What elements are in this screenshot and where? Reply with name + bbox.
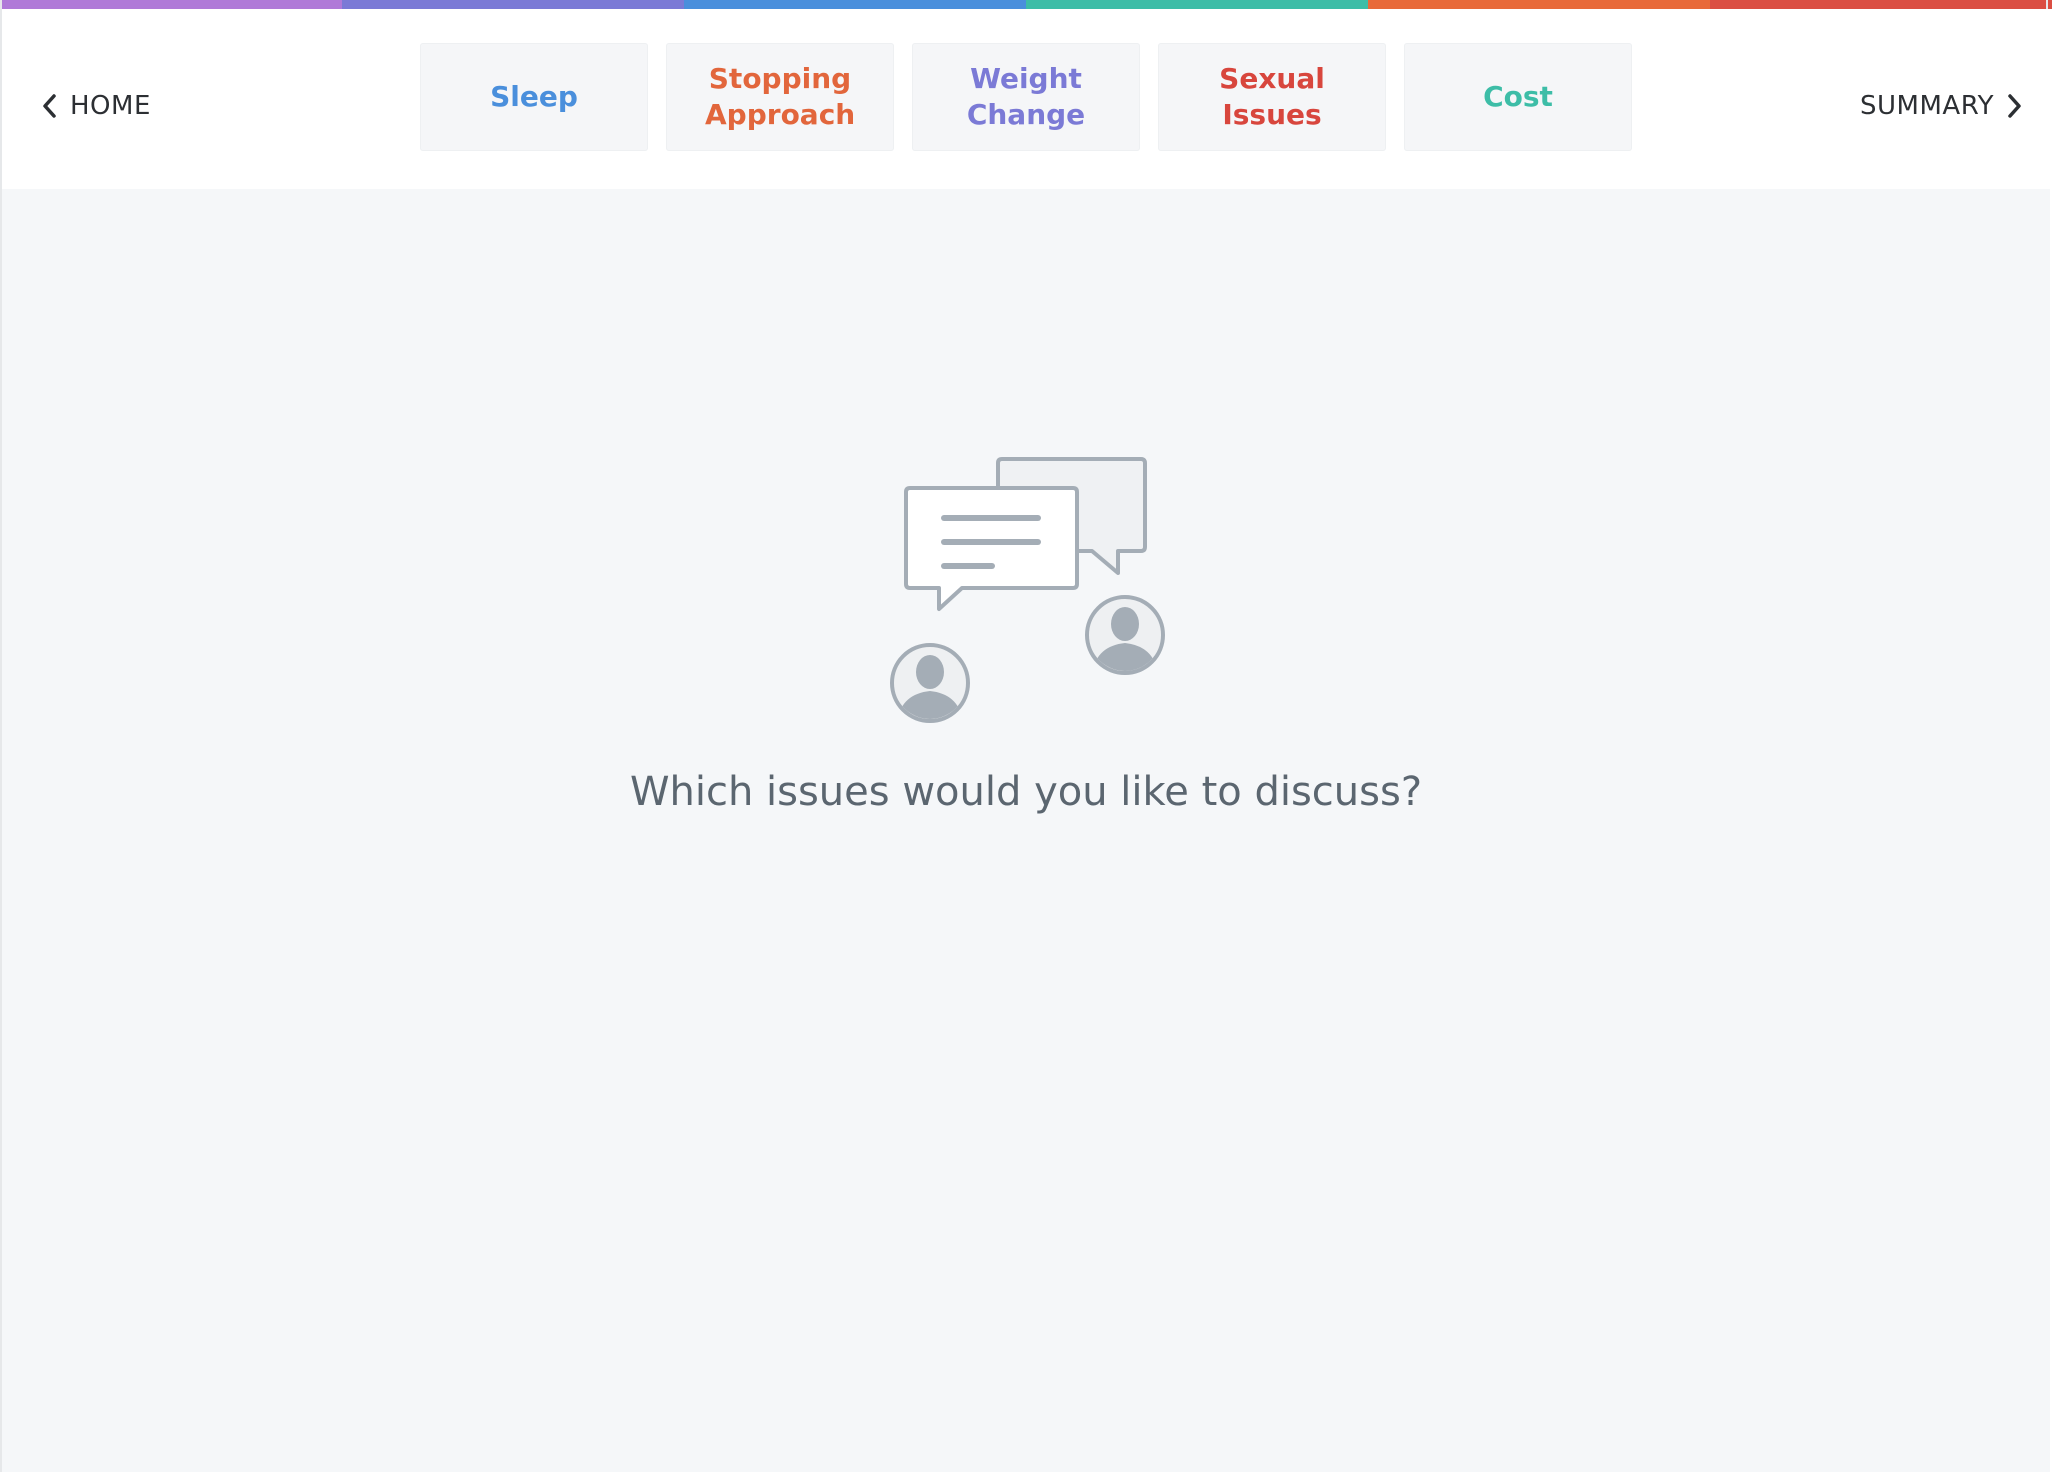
home-label: HOME bbox=[70, 91, 151, 121]
tab-cost[interactable]: Cost bbox=[1404, 43, 1632, 151]
topic-tabs: Sleep Stopping Approach Weight Change Se… bbox=[420, 43, 1632, 151]
chevron-right-icon bbox=[2006, 93, 2022, 119]
chevron-left-icon bbox=[42, 93, 58, 119]
tab-label: Sleep bbox=[490, 80, 578, 113]
main-content: Which issues would you like to discuss? bbox=[2, 189, 2050, 1472]
conversation-icon bbox=[882, 449, 1172, 729]
tab-weight-change[interactable]: Weight Change bbox=[912, 43, 1140, 151]
summary-link[interactable]: SUMMARY bbox=[1860, 79, 2022, 133]
summary-label: SUMMARY bbox=[1860, 91, 1994, 121]
tab-sleep[interactable]: Sleep bbox=[420, 43, 648, 151]
tab-label: Weight Change bbox=[966, 62, 1086, 131]
top-navigation-bar: HOME Sleep Stopping Approach Weight Chan… bbox=[2, 9, 2050, 189]
tab-sexual-issues[interactable]: Sexual Issues bbox=[1158, 43, 1386, 151]
home-link[interactable]: HOME bbox=[42, 79, 151, 133]
tab-label: Stopping Approach bbox=[705, 62, 856, 131]
tab-stopping-approach[interactable]: Stopping Approach bbox=[666, 43, 894, 151]
tab-label: Sexual Issues bbox=[1219, 62, 1325, 131]
tab-label: Cost bbox=[1483, 80, 1553, 113]
discussion-prompt: Which issues would you like to discuss? bbox=[629, 769, 1423, 815]
